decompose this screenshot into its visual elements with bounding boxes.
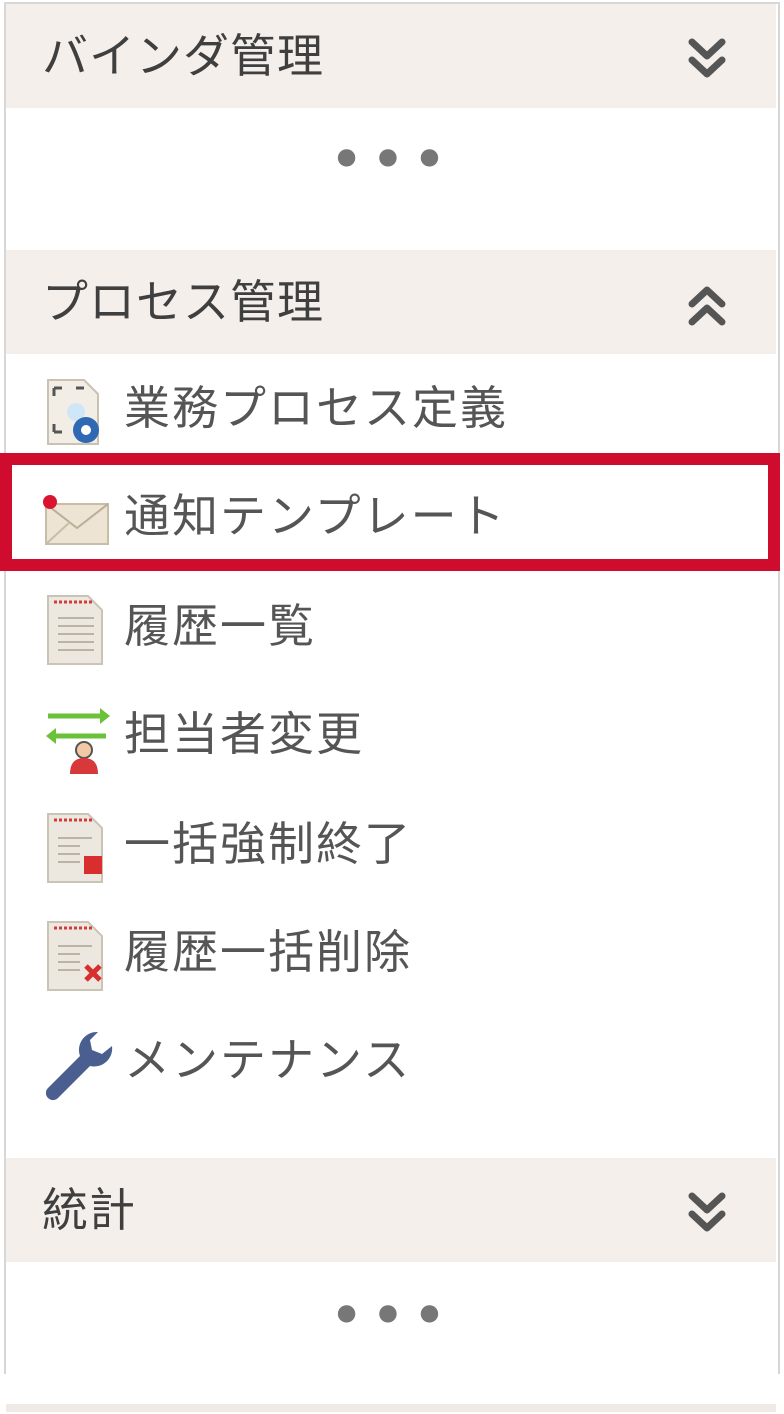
- divider: [6, 1404, 776, 1412]
- menu-item-maintenance[interactable]: メンテナンス: [6, 1006, 776, 1114]
- section-title: プロセス管理: [42, 275, 324, 329]
- menu-item-bulk-terminate[interactable]: 一括強制終了: [6, 790, 776, 898]
- chevron-double-up-icon[interactable]: [682, 280, 732, 330]
- menu-item-notification-template[interactable]: 通知テンプレート: [6, 462, 776, 570]
- menu-item-label: 業務プロセス定義: [124, 381, 508, 435]
- wrench-icon: [45, 1031, 113, 1101]
- assignee-swap-icon: [46, 708, 110, 774]
- mail-icon: [43, 495, 109, 545]
- history-document-icon: [47, 595, 103, 665]
- collapsed-indicator: •••: [328, 1281, 454, 1351]
- menu-item-label: 通知テンプレート: [124, 489, 507, 543]
- section-title: バインダ管理: [42, 29, 324, 83]
- menu-item-label: 担当者変更: [124, 707, 364, 761]
- menu-item-label: 一括強制終了: [124, 817, 412, 871]
- chevron-double-down-icon[interactable]: [682, 1188, 732, 1238]
- menu-item-label: メンテナンス: [124, 1033, 412, 1087]
- section-title: 統計: [42, 1183, 136, 1237]
- menu-item-process-definition[interactable]: 業務プロセス定義: [6, 354, 776, 462]
- chevron-double-down-icon[interactable]: [682, 34, 732, 84]
- menu-item-assignee-change[interactable]: 担当者変更: [6, 680, 776, 788]
- section-header-process[interactable]: プロセス管理: [6, 250, 776, 354]
- bulk-terminate-icon: [47, 813, 103, 883]
- process-definition-icon: [47, 379, 99, 445]
- bulk-delete-history-icon: [47, 921, 103, 991]
- menu-item-bulk-delete-history[interactable]: 履歴一括削除: [6, 898, 776, 1006]
- menu-item-history-list[interactable]: 履歴一覧: [6, 572, 776, 680]
- section-header-binder[interactable]: バインダ管理: [6, 4, 776, 108]
- menu-item-label: 履歴一括削除: [124, 925, 412, 979]
- menu-item-label: 履歴一覧: [124, 599, 316, 653]
- section-header-statistics[interactable]: 統計: [6, 1158, 776, 1262]
- collapsed-indicator: •••: [328, 125, 454, 195]
